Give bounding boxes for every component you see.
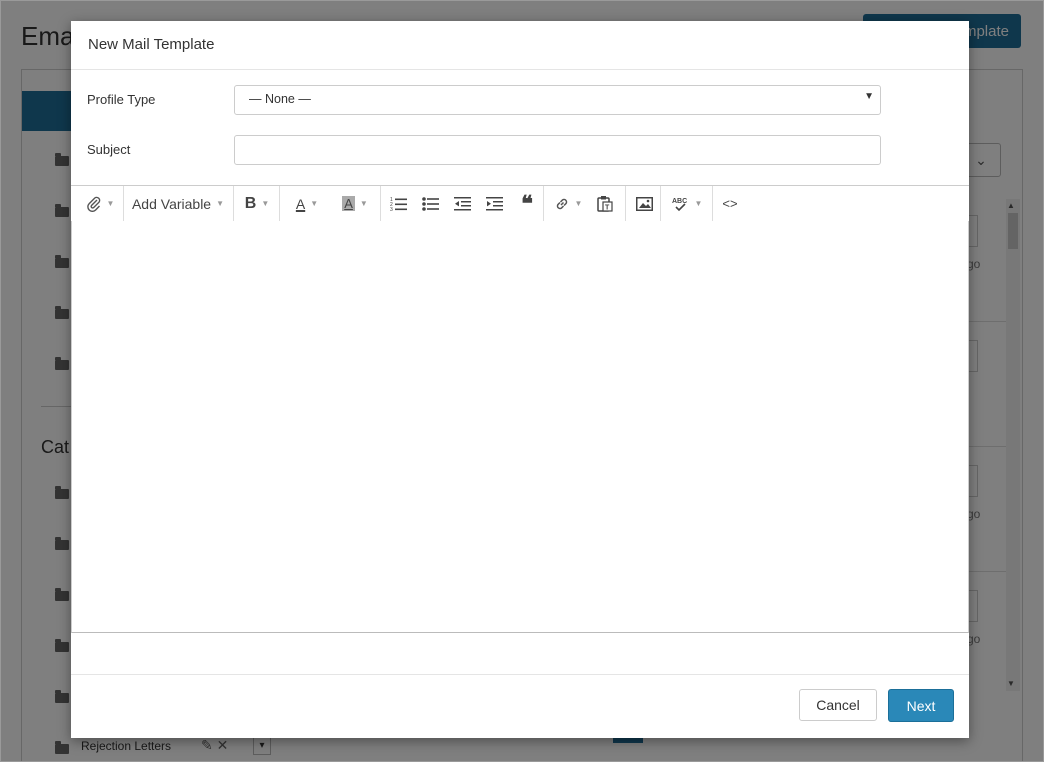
source-code-button[interactable]: <>	[717, 186, 743, 221]
caret-down-icon: ▼	[261, 199, 270, 208]
insert-image-button[interactable]	[629, 186, 659, 221]
caret-down-icon: ▼	[310, 199, 319, 208]
add-variable-dropdown[interactable]: Add Variable ▼	[129, 186, 227, 221]
bullet-list-button[interactable]	[417, 186, 445, 221]
caret-down-icon: ▼	[359, 199, 368, 208]
cancel-button[interactable]: Cancel	[799, 689, 877, 721]
profile-type-select[interactable]: — None — ▼	[234, 85, 881, 115]
profile-type-label: Profile Type	[87, 92, 156, 107]
outdent-icon	[454, 196, 471, 210]
caret-down-icon: ▼	[694, 199, 703, 208]
caret-down-icon: ▼	[574, 199, 583, 208]
toolbar-separator	[233, 186, 234, 221]
editor-toolbar: ▼ Add Variable ▼ B ▼ A ▼ A ▼ 1 2 3 ❝ ▼ T…	[71, 185, 969, 222]
toolbar-separator	[380, 186, 381, 221]
editor-status-bar	[71, 634, 969, 675]
subject-input[interactable]	[234, 135, 881, 165]
link-button[interactable]: ▼	[549, 186, 587, 221]
subject-label: Subject	[87, 142, 131, 157]
bold-button[interactable]: B ▼	[239, 186, 275, 221]
bold-icon: B	[244, 194, 257, 212]
background-color-button[interactable]: A ▼	[333, 186, 377, 221]
app-window: Ema mplate Cat Rejection Letters ✎ ✕ ▾ ⌄…	[0, 0, 1044, 762]
toolbar-separator	[543, 186, 544, 221]
quote-icon: ❝	[521, 190, 533, 216]
text-color-icon: A	[295, 195, 306, 212]
modal-header: New Mail Template	[71, 21, 969, 70]
text-color-button[interactable]: A ▼	[285, 186, 329, 221]
bullet-list-icon	[422, 196, 439, 211]
svg-text:T: T	[605, 205, 610, 212]
toolbar-separator	[279, 186, 280, 221]
caret-down-icon: ▼	[106, 199, 115, 208]
next-button[interactable]: Next	[888, 689, 954, 722]
toolbar-separator	[660, 186, 661, 221]
new-mail-template-dialog: New Mail Template Profile Type — None — …	[71, 21, 969, 738]
code-icon: <>	[722, 196, 738, 211]
background-color-icon: A	[342, 196, 355, 211]
editor-content-area[interactable]	[71, 221, 969, 633]
blockquote-button[interactable]: ❝	[513, 186, 541, 221]
paste-text-icon: T	[597, 196, 613, 212]
outdent-button[interactable]	[449, 186, 477, 221]
indent-button[interactable]	[481, 186, 509, 221]
profile-type-value: — None —	[249, 92, 311, 106]
spellcheck-button[interactable]: ABC ▼	[665, 186, 709, 221]
paperclip-icon	[86, 196, 100, 212]
spellcheck-icon: ABC	[672, 198, 687, 211]
link-icon	[556, 198, 567, 209]
toolbar-separator	[712, 186, 713, 221]
modal-title: New Mail Template	[88, 36, 215, 53]
ordered-list-icon: 1 2 3	[390, 197, 407, 212]
image-icon	[635, 196, 653, 211]
caret-down-icon: ▼	[864, 91, 874, 102]
toolbar-separator	[123, 186, 124, 221]
svg-text:3: 3	[390, 207, 393, 212]
indent-icon	[486, 196, 503, 210]
ordered-list-button[interactable]: 1 2 3	[385, 186, 413, 221]
toolbar-separator	[625, 186, 626, 221]
caret-down-icon: ▼	[216, 199, 225, 208]
attachment-button[interactable]: ▼	[79, 186, 121, 221]
paste-text-button[interactable]: T	[591, 186, 619, 221]
